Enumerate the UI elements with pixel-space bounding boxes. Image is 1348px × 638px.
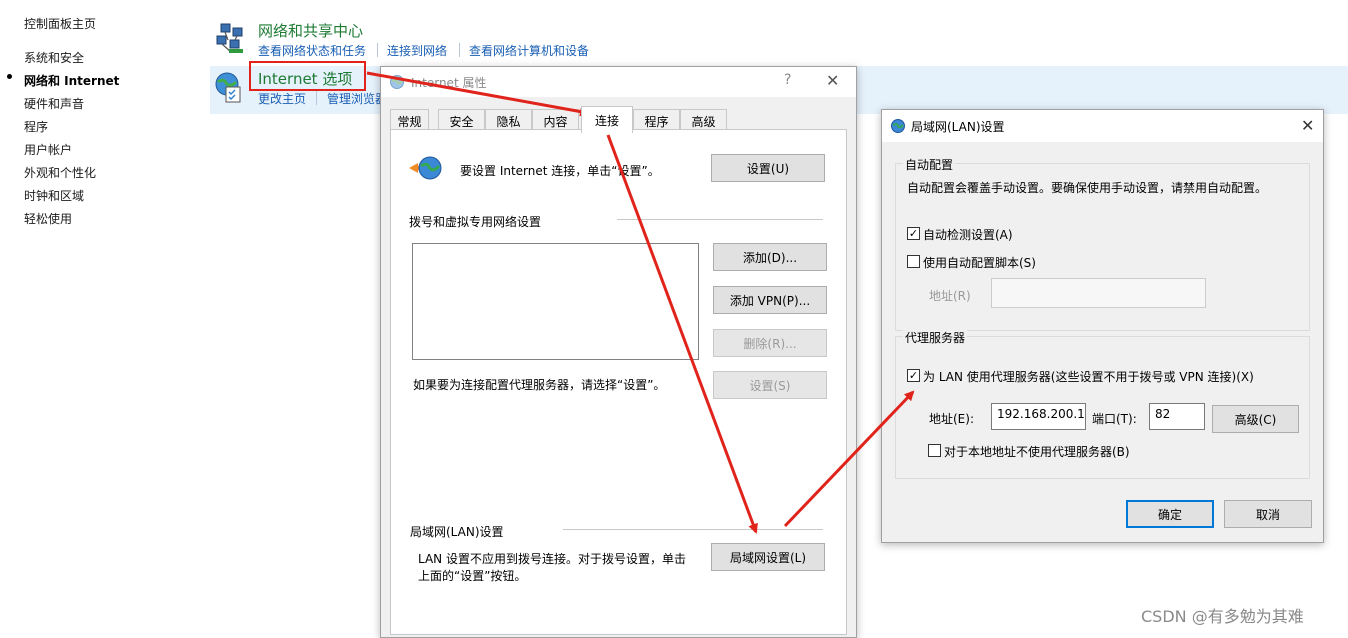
use-proxy-checkbox[interactable]: ✓ <box>907 369 920 382</box>
nav-item-network-internet[interactable]: 网络和 Internet <box>24 72 119 89</box>
add-vpn-button[interactable]: 添加 VPN(P)... <box>713 286 827 314</box>
proxy-address-label: 地址(E): <box>929 412 974 426</box>
internet-properties-dialog: Internet 属性 ? ✕ 常规 安全 隐私 内容 连接 程序 高级 要设置… <box>380 66 857 638</box>
link-manage-browser[interactable]: 管理浏览器 <box>327 90 387 107</box>
network-center-icon <box>213 22 247 56</box>
nav-item-ease-of-access[interactable]: 轻松使用 <box>24 210 72 227</box>
use-proxy-label[interactable]: 为 LAN 使用代理服务器(这些设置不用于拨号或 VPN 连接)(X) <box>923 368 1254 385</box>
auto-detect-label[interactable]: 自动检测设置(A) <box>923 226 1013 243</box>
nav-item-system-security[interactable]: 系统和安全 <box>24 49 84 66</box>
setup-button[interactable]: 设置(U) <box>711 154 825 182</box>
network-center-title[interactable]: 网络和共享中心 <box>258 20 363 41</box>
link-separator <box>316 91 317 105</box>
proxy-hint-text: 如果要为连接配置代理服务器，请选择“设置”。 <box>413 378 666 392</box>
connection-wizard-icon <box>408 154 444 182</box>
link-separator <box>377 43 378 57</box>
script-address-input[interactable] <box>991 278 1206 308</box>
nav-item-programs[interactable]: 程序 <box>24 118 48 135</box>
port-label: 端口(T): <box>1092 412 1137 426</box>
port-input[interactable]: 82 <box>1149 403 1205 430</box>
group-divider <box>617 219 823 220</box>
link-separator <box>459 43 460 57</box>
help-button[interactable]: ? <box>784 72 791 88</box>
checkmark-icon: ✓ <box>908 369 919 382</box>
close-button[interactable]: ✕ <box>826 71 839 90</box>
internet-options-icon <box>212 70 246 104</box>
setup-text: 要设置 Internet 连接，单击“设置”。 <box>460 164 660 178</box>
link-view-network-computers[interactable]: 查看网络计算机和设备 <box>469 42 589 59</box>
nav-item-appearance[interactable]: 外观和个性化 <box>24 164 96 181</box>
globe-icon <box>890 118 906 134</box>
auto-script-label[interactable]: 使用自动配置脚本(S) <box>923 254 1036 271</box>
bypass-local-checkbox[interactable] <box>928 444 941 457</box>
tab-connections[interactable]: 连接 <box>581 106 633 133</box>
ok-button[interactable]: 确定 <box>1126 500 1214 528</box>
nav-item-hardware-sound[interactable]: 硬件和声音 <box>24 95 84 112</box>
connections-tab-page: 要设置 Internet 连接，单击“设置”。 设置(U) 拨号和虚拟专用网络设… <box>390 129 847 635</box>
nav-item-clock-region[interactable]: 时钟和区域 <box>24 187 84 204</box>
script-address-label: 地址(R) <box>929 289 971 303</box>
connections-listbox[interactable] <box>412 243 699 360</box>
lan-dialog-titlebar: 局域网(LAN)设置 ✕ <box>882 110 1323 142</box>
lan-settings-dialog: 局域网(LAN)设置 ✕ 自动配置 自动配置会覆盖手动设置。要确保使用手动设置，… <box>881 109 1324 543</box>
proxy-group-label: 代理服务器 <box>903 329 968 346</box>
auto-config-description: 自动配置会覆盖手动设置。要确保使用手动设置，请禁用自动配置。 <box>907 181 1268 195</box>
link-connect-to-network[interactable]: 连接到网络 <box>387 42 447 59</box>
advanced-button[interactable]: 高级(C) <box>1212 405 1299 433</box>
link-change-homepage[interactable]: 更改主页 <box>258 90 306 107</box>
auto-script-checkbox[interactable] <box>907 255 920 268</box>
cancel-button[interactable]: 取消 <box>1224 500 1312 528</box>
add-button[interactable]: 添加(D)... <box>713 243 827 271</box>
lan-text-line-1: LAN 设置不应用到拨号连接。对于拨号设置，单击 <box>418 552 686 566</box>
lan-dialog-title: 局域网(LAN)设置 <box>911 120 1005 134</box>
annotation-highlight-box <box>249 61 366 91</box>
dialog-title: Internet 属性 <box>411 76 487 90</box>
nav-item-user-accounts[interactable]: 用户帐户 <box>24 141 72 158</box>
proxy-address-input[interactable]: 192.168.200.14 <box>991 403 1086 430</box>
close-button[interactable]: ✕ <box>1301 116 1314 135</box>
active-bullet <box>7 74 12 79</box>
auto-config-group-label: 自动配置 <box>903 156 956 173</box>
lan-group-label: 局域网(LAN)设置 <box>410 525 504 539</box>
nav-home-link[interactable]: 控制面板主页 <box>24 15 96 32</box>
group-divider <box>563 529 823 530</box>
link-view-network-status[interactable]: 查看网络状态和任务 <box>258 42 366 59</box>
settings-button[interactable]: 设置(S) <box>713 371 827 399</box>
lan-settings-button[interactable]: 局域网设置(L) <box>711 543 825 571</box>
checkmark-icon: ✓ <box>908 227 919 240</box>
dialup-group-label: 拨号和虚拟专用网络设置 <box>409 215 542 229</box>
remove-button[interactable]: 删除(R)... <box>713 329 827 357</box>
watermark-text: CSDN @有多勉为其难 <box>1141 607 1304 626</box>
dialog-titlebar: Internet 属性 ? ✕ <box>381 67 856 97</box>
lan-text-line-2: 上面的“设置”按钮。 <box>418 569 527 583</box>
auto-detect-checkbox[interactable]: ✓ <box>907 227 920 240</box>
bypass-local-label[interactable]: 对于本地地址不使用代理服务器(B) <box>944 443 1130 460</box>
globe-icon <box>389 74 405 90</box>
